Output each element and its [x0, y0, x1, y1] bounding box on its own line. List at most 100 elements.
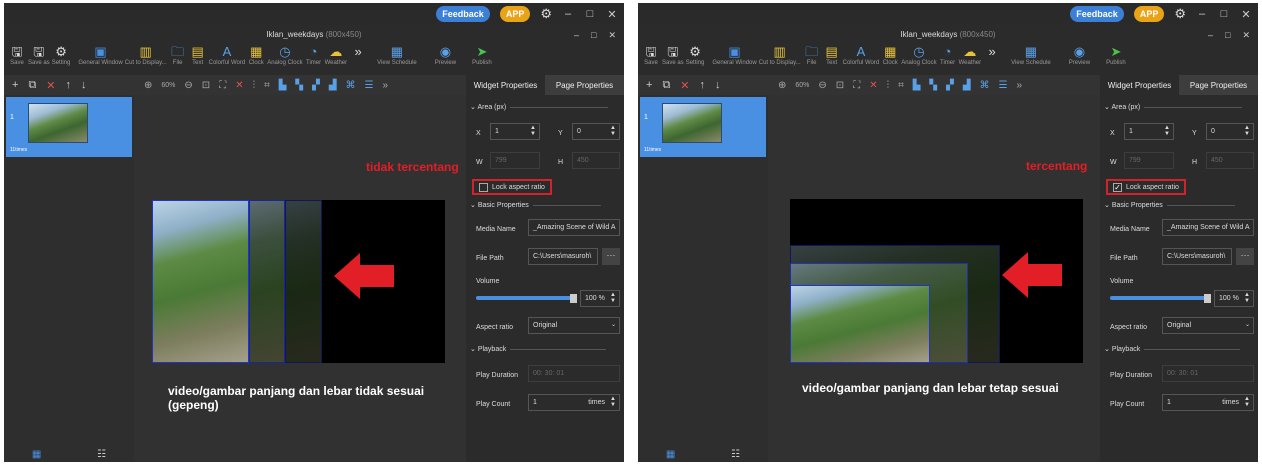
maximize-icon[interactable]: □ — [1218, 8, 1230, 20]
analog-clock-button[interactable]: ◷ Analog Clock — [901, 43, 936, 66]
fit-icon[interactable]: ⊡ — [202, 80, 210, 91]
layer-bottom-icon[interactable]: ▟ — [329, 80, 337, 91]
publish-button[interactable]: ➤ Publish — [1106, 43, 1126, 66]
clock-button[interactable]: ▦ Clock — [881, 43, 899, 66]
publish-button[interactable]: ➤ Publish — [472, 43, 492, 66]
colorful-word-button[interactable]: A Colorful Word — [843, 43, 880, 66]
maximize-icon[interactable]: □ — [584, 8, 596, 20]
stretch-icon[interactable]: ⌘ — [980, 80, 990, 91]
lock-aspect-ratio-checkbox[interactable]: ✓ Lock aspect ratio — [1106, 179, 1186, 195]
close-icon[interactable]: ✕ — [1240, 8, 1252, 21]
plus-icon[interactable]: + — [646, 79, 652, 92]
colorful-word-button[interactable]: A Colorful Word — [209, 43, 246, 66]
tab-widget-properties[interactable]: Widget Properties — [466, 75, 545, 95]
distribute-icon[interactable]: ☰ — [365, 80, 374, 91]
y-stepper-icon[interactable]: ▲ ▼ — [1244, 125, 1250, 137]
close-icon[interactable]: ✕ — [606, 8, 618, 21]
distribute-icon[interactable]: ☰ — [999, 80, 1008, 91]
more-edit-icon[interactable]: » — [383, 80, 389, 91]
grid-view-icon[interactable]: ▦ — [32, 449, 41, 460]
layer-down-icon[interactable]: ▞ — [312, 80, 320, 91]
media-name-input[interactable]: _Amazing Scene of Wild A — [1162, 219, 1254, 236]
sub-maximize-icon[interactable]: □ — [591, 30, 596, 41]
save-button[interactable]: 🖫 Save — [8, 43, 26, 66]
general-window-button[interactable]: ▣ General Window — [78, 43, 122, 66]
volume-input[interactable]: 100 % ▲ ▼ — [1214, 290, 1254, 307]
volume-input[interactable]: 100 % ▲ ▼ — [580, 290, 620, 307]
gear-icon[interactable]: ⚙ — [540, 6, 552, 22]
program-thumbnail[interactable]: 1 11times — [640, 97, 766, 157]
cut-to-display-button[interactable]: ▥ Cut to Display... — [125, 43, 167, 66]
weather-button[interactable]: ☁ Weather — [959, 43, 982, 66]
align-icon[interactable]: ⫶ — [887, 80, 890, 91]
analog-clock-button[interactable]: ◷ Analog Clock — [267, 43, 302, 66]
program-thumbnail[interactable]: 1 11times — [6, 97, 132, 157]
grid-view-icon[interactable]: ▦ — [666, 449, 675, 460]
volume-slider[interactable] — [1110, 296, 1206, 300]
remove-widget-icon[interactable]: ✕ — [235, 80, 243, 91]
y-stepper-icon[interactable]: ▲ ▼ — [610, 125, 616, 137]
file-path-input[interactable]: C:\Users\masuroh\ — [1162, 248, 1232, 265]
lock-aspect-ratio-checkbox[interactable]: Lock aspect ratio — [472, 179, 552, 195]
preview-button[interactable]: ◉ Preview — [1069, 43, 1090, 66]
crop-icon[interactable]: ⌗ — [264, 80, 270, 91]
weather-button[interactable]: ☁ Weather — [325, 43, 348, 66]
scaled-video-widget[interactable] — [790, 285, 930, 363]
layer-icon[interactable]: ▙ — [279, 80, 287, 91]
x-stepper-icon[interactable]: ▲ ▼ — [1164, 125, 1170, 137]
zoom-in-icon[interactable]: ⊕ — [778, 80, 786, 91]
x-stepper-icon[interactable]: ▲ ▼ — [530, 125, 536, 137]
browse-button[interactable]: ··· — [1236, 248, 1254, 265]
volume-slider[interactable] — [476, 296, 572, 300]
aspect-ratio-select[interactable]: Original ⌄ — [528, 317, 620, 334]
save-button[interactable]: 🖫 Save — [642, 43, 660, 66]
view-schedule-button[interactable]: ▦ View Schedule — [1011, 43, 1051, 66]
app-button[interactable]: APP — [1133, 6, 1165, 22]
preview-button[interactable]: ◉ Preview — [435, 43, 456, 66]
timer-button[interactable]: ◔ Timer — [305, 43, 323, 66]
tab-widget-properties[interactable]: Widget Properties — [1100, 75, 1179, 95]
stretched-video-widget[interactable] — [152, 200, 249, 363]
more-tools-button[interactable]: » — [349, 43, 367, 60]
x-input[interactable]: 1 ▲ ▼ — [490, 123, 540, 140]
view-schedule-button[interactable]: ▦ View Schedule — [377, 43, 417, 66]
layer-icon[interactable]: ▙ — [913, 80, 921, 91]
arrow-down-icon[interactable]: ↓ — [715, 79, 721, 92]
crop-icon[interactable]: ⌗ — [898, 80, 904, 91]
y-input[interactable]: 0 ▲ ▼ — [1206, 123, 1254, 140]
text-button[interactable]: ▤ Text — [823, 43, 841, 66]
timer-button[interactable]: ◔ Timer — [939, 43, 957, 66]
playback-section[interactable]: ⌄ Playback — [470, 345, 607, 353]
minimize-icon[interactable]: – — [562, 8, 574, 20]
delete-icon[interactable]: ✕ — [46, 79, 55, 92]
volume-stepper-icon[interactable]: ▲ ▼ — [610, 292, 616, 304]
area-section[interactable]: ⌄ Area (px) — [1104, 103, 1243, 111]
list-view-icon[interactable]: ☷ — [97, 449, 106, 460]
gear-icon[interactable]: ⚙ — [1174, 6, 1186, 22]
volume-slider-handle[interactable] — [570, 294, 577, 303]
layer-up-icon[interactable]: ▚ — [295, 80, 303, 91]
setting-button[interactable]: ⚙ Setting — [52, 43, 71, 66]
y-input[interactable]: 0 ▲ ▼ — [572, 123, 620, 140]
play-count-stepper-icon[interactable]: ▲ ▼ — [1244, 396, 1250, 408]
basic-properties-section[interactable]: ⌄ Basic Properties — [470, 201, 601, 209]
playback-section[interactable]: ⌄ Playback — [1104, 345, 1241, 353]
remove-widget-icon[interactable]: ✕ — [869, 80, 877, 91]
file-button[interactable]: 🗀 File — [169, 43, 187, 66]
delete-icon[interactable]: ✕ — [680, 79, 689, 92]
media-name-input[interactable]: _Amazing Scene of Wild A — [528, 219, 620, 236]
save-as-button[interactable]: 🖫 Save as — [28, 43, 50, 66]
file-path-input[interactable]: C:\Users\masuroh\ — [528, 248, 598, 265]
stretch-icon[interactable]: ⌘ — [346, 80, 356, 91]
x-input[interactable]: 1 ▲ ▼ — [1124, 123, 1174, 140]
copy-icon[interactable]: ⧉ — [662, 79, 670, 92]
more-edit-icon[interactable]: » — [1017, 80, 1023, 91]
tab-page-properties[interactable]: Page Properties — [545, 75, 624, 95]
play-count-stepper-icon[interactable]: ▲ ▼ — [610, 396, 616, 408]
cut-to-display-button[interactable]: ▥ Cut to Display... — [759, 43, 801, 66]
tab-page-properties[interactable]: Page Properties — [1179, 75, 1258, 95]
zoom-out-icon[interactable]: ⊖ — [184, 80, 192, 91]
align-icon[interactable]: ⫶ — [253, 80, 256, 91]
feedback-button[interactable]: Feedback — [436, 6, 490, 22]
general-window-button[interactable]: ▣ General Window — [712, 43, 756, 66]
